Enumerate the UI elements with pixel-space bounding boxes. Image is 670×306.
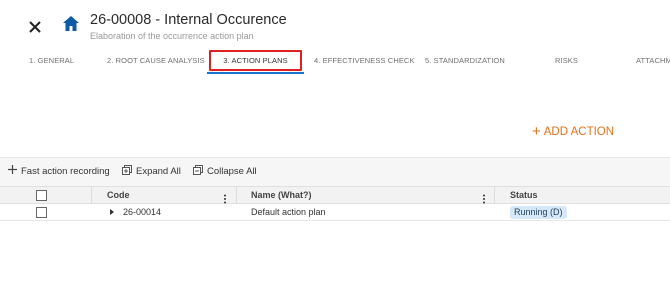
column-header-code[interactable]: Code — [107, 187, 130, 203]
kebab-icon[interactable] — [481, 191, 487, 204]
caret-right-icon[interactable] — [110, 209, 114, 215]
tab-attachments[interactable]: ATTACHM — [636, 50, 670, 72]
table-row[interactable]: 26-00014 Default action plan Running (D) — [0, 204, 670, 221]
tab-root-cause-analysis[interactable]: 2. ROOT CAUSE ANALYSIS — [107, 50, 205, 72]
close-button[interactable] — [26, 18, 44, 36]
plus-icon — [8, 165, 17, 177]
plus-icon: + — [532, 123, 541, 140]
status-badge: Running (D) — [510, 205, 567, 219]
expand-all-button[interactable]: Expand All — [122, 165, 181, 178]
expand-all-icon — [122, 165, 132, 178]
tab-general[interactable]: 1. GENERAL — [29, 50, 74, 72]
row-name: Default action plan — [251, 207, 326, 217]
grid-toolbar: Fast action recording Expand All Collaps… — [0, 157, 670, 186]
action-plan-grid: Code Name (What?) Status 26-00014 Defaul… — [0, 186, 670, 221]
kebab-icon[interactable] — [222, 191, 228, 204]
expand-all-label: Expand All — [136, 166, 181, 177]
fast-action-recording-label: Fast action recording — [21, 165, 110, 177]
page-title: 26-00008 - Internal Occurence — [90, 12, 287, 28]
fast-action-recording-button[interactable]: Fast action recording — [8, 165, 110, 177]
code-cell: 26-00014 — [110, 204, 161, 220]
tab-highlight-box — [209, 50, 302, 71]
tab-standardization[interactable]: 5. STANDARDIZATION — [425, 50, 505, 72]
select-all-checkbox[interactable] — [36, 190, 47, 201]
collapse-all-button[interactable]: Collapse All — [193, 165, 257, 178]
page-subtitle: Elaboration of the occurrence action pla… — [90, 31, 254, 41]
row-code: 26-00014 — [123, 207, 162, 217]
tab-bar: 1. GENERAL 2. ROOT CAUSE ANALYSIS 3. ACT… — [0, 50, 670, 74]
column-header-name[interactable]: Name (What?) — [251, 187, 312, 203]
status-cell: Running (D) — [510, 204, 567, 220]
row-checkbox[interactable] — [36, 207, 47, 218]
tab-effectiveness-check[interactable]: 4. EFFECTIVENESS CHECK — [314, 50, 415, 72]
column-separator — [236, 187, 237, 203]
add-action-button[interactable]: + ADD ACTION — [532, 123, 615, 140]
close-icon[interactable] — [26, 18, 44, 36]
column-header-status[interactable]: Status — [510, 187, 538, 203]
collapse-all-icon — [193, 165, 203, 178]
column-separator — [91, 187, 92, 203]
column-separator — [494, 187, 495, 203]
home-icon[interactable] — [61, 14, 81, 34]
add-action-label: ADD ACTION — [543, 126, 615, 138]
tab-risks[interactable]: RISKS — [555, 50, 578, 72]
collapse-all-label: Collapse All — [207, 166, 257, 177]
grid-header-row: Code Name (What?) Status — [0, 186, 670, 204]
